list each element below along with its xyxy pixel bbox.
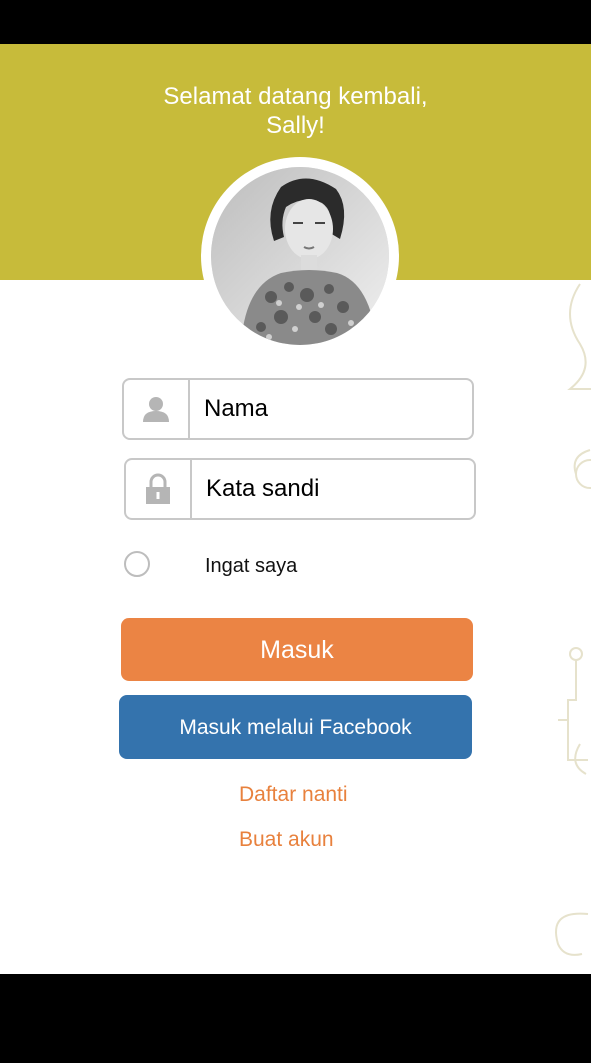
remember-me-label: Ingat saya <box>205 555 298 577</box>
password-input[interactable] <box>206 460 466 518</box>
welcome-line-2: Sally! <box>266 112 325 139</box>
create-account-link[interactable]: Buat akun <box>239 828 334 852</box>
register-later-link[interactable]: Daftar nanti <box>239 783 348 807</box>
name-field <box>122 378 474 440</box>
status-bar <box>0 0 591 44</box>
name-input[interactable] <box>204 380 464 438</box>
lock-icon <box>146 473 170 504</box>
background-doodle-icon <box>555 283 591 956</box>
user-photo-icon <box>211 167 389 345</box>
login-screen: Selamat datang kembali, Sally! Nama Inga… <box>0 44 591 974</box>
name-field-icon-cell <box>124 380 190 438</box>
password-field <box>124 458 476 520</box>
navigation-bar <box>0 974 591 1063</box>
remember-me: Ingat saya <box>124 551 424 581</box>
phone-screen: Selamat datang kembali, Sally! Nama Inga… <box>0 0 591 1063</box>
login-button[interactable]: Masuk <box>121 618 473 681</box>
avatar[interactable] <box>211 167 389 345</box>
welcome-line-1: Selamat datang kembali, <box>163 83 428 110</box>
remember-me-radio[interactable] <box>124 551 150 577</box>
person-icon <box>143 397 169 422</box>
facebook-login-button[interactable]: Masuk melalui Facebook <box>119 695 472 759</box>
welcome-message: Selamat datang kembali, Sally! <box>0 82 591 140</box>
avatar-frame <box>201 157 399 355</box>
password-field-icon-cell <box>126 460 192 518</box>
